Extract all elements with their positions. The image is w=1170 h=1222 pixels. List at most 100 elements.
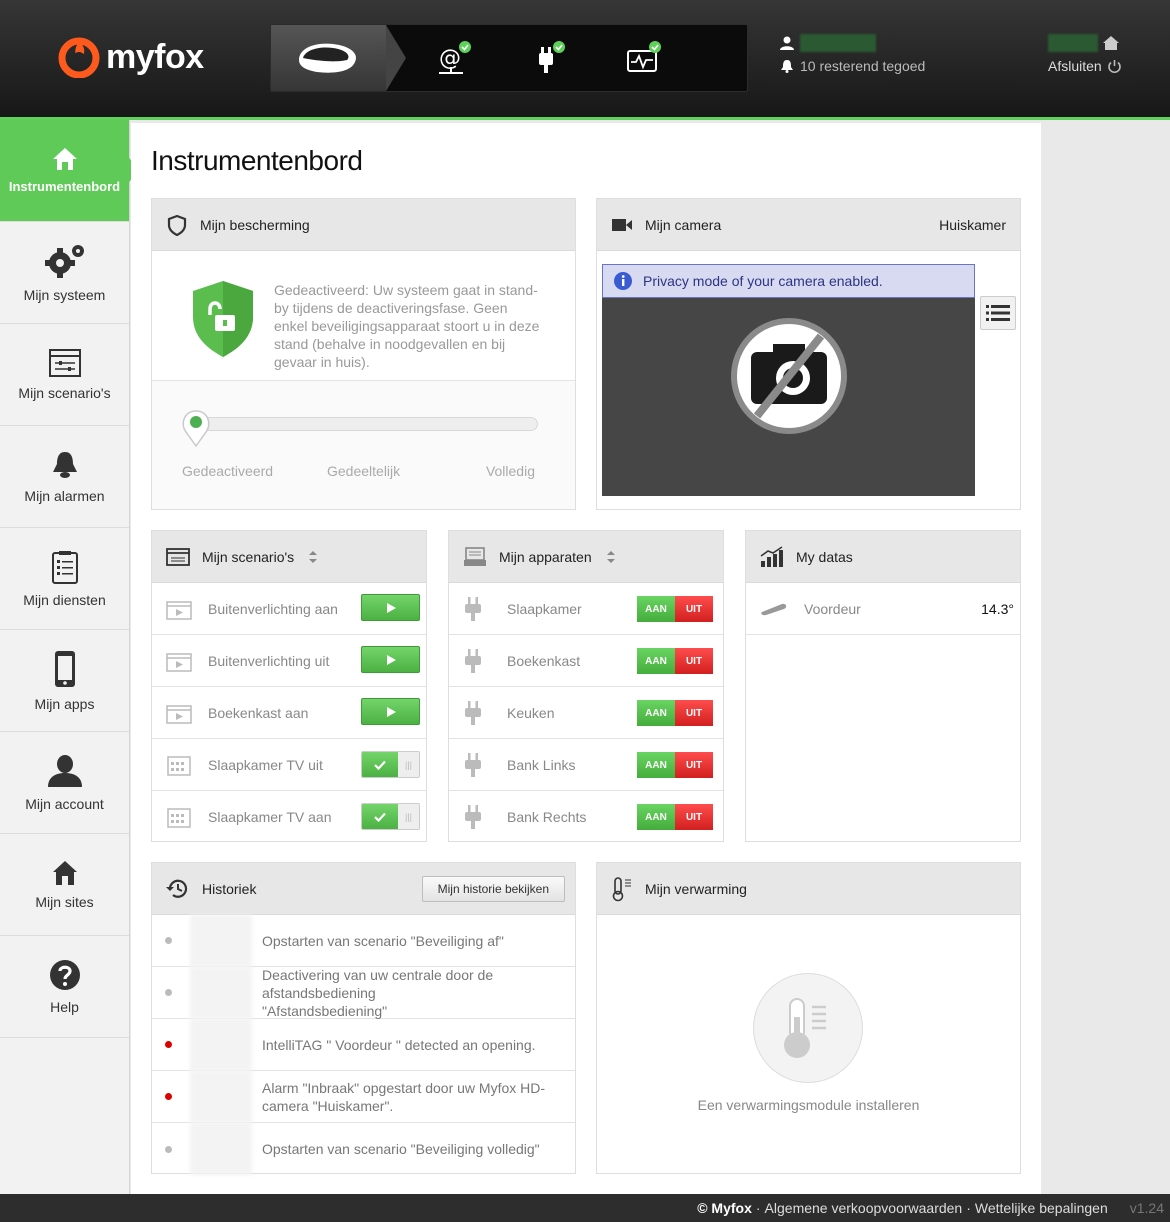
central-unit-button[interactable] (271, 25, 386, 91)
on-button[interactable]: AAN (637, 752, 675, 778)
check-icon (374, 812, 386, 822)
off-button[interactable]: UIT (675, 804, 713, 830)
thermometer-icon (612, 876, 631, 901)
status-dot (165, 1145, 172, 1153)
home-icon (52, 148, 77, 170)
install-heating-button[interactable] (753, 973, 863, 1083)
sidebar-item-help[interactable]: Help (0, 936, 129, 1038)
sidebar-item-mijn-apps[interactable]: Mijn apps (0, 630, 129, 732)
protection-slider-handle[interactable] (180, 408, 212, 448)
main-content: Instrumentenbord Mijn bescherming Gedeac… (131, 123, 1041, 1194)
off-button[interactable]: UIT (675, 700, 713, 726)
history-panel: Historiek Mijn historie bekijken Opstart… (151, 862, 576, 1175)
on-button[interactable]: AAN (637, 596, 675, 622)
sort-icon[interactable] (606, 550, 616, 564)
level-deactivated[interactable]: Gedeactiveerd (182, 463, 273, 479)
device-row: Slaapkamer AAN UIT (449, 583, 723, 635)
scenario-row: Boekenkast aan (152, 687, 426, 739)
logout-button[interactable]: Afsluiten (1048, 58, 1122, 74)
off-button[interactable]: UIT (675, 752, 713, 778)
sidebar-item-mijn-sites[interactable]: Mijn sites (0, 834, 129, 936)
history-item: Deactivering van uw centrale door de afs… (152, 966, 575, 1019)
play-scenario-button[interactable] (361, 698, 420, 725)
off-button[interactable]: UIT (675, 596, 713, 622)
internet-status-icon[interactable]: @ (435, 41, 475, 77)
devices-title: Mijn apparaten (499, 548, 592, 565)
clipboard-icon (51, 550, 78, 584)
sidebar-item-mijn-systeem[interactable]: Mijn systeem (0, 222, 129, 324)
scenario-icon (166, 547, 190, 566)
scenario-toggle[interactable]: ||| (361, 751, 420, 778)
heating-panel: Mijn verwarming Een verwarmingsmodule in… (596, 862, 1021, 1174)
off-button[interactable]: UIT (675, 648, 713, 674)
play-icon (386, 654, 396, 665)
devices-header: Mijn apparaten (449, 531, 723, 583)
on-off-switch: AAN UIT (637, 596, 713, 622)
house-icon (52, 860, 77, 885)
history-icon (166, 879, 188, 898)
on-off-switch: AAN UIT (637, 804, 713, 830)
myfox-logo[interactable]: myfox (58, 36, 204, 78)
on-off-switch: AAN UIT (637, 700, 713, 726)
power-status-icon[interactable] (531, 41, 571, 77)
sidebar-item-label: Mijn diensten (23, 591, 106, 608)
sidebar-item-mijn-diensten[interactable]: Mijn diensten (0, 528, 129, 630)
sort-icon[interactable] (308, 550, 318, 564)
page-title: Instrumentenbord (151, 145, 363, 176)
device-row: Keuken AAN UIT (449, 687, 723, 739)
central-unit-icon (299, 43, 357, 73)
sidebar-item-mijn-account[interactable]: Mijn account (0, 732, 129, 834)
credit-text: 10 resterend tegoed (800, 58, 926, 74)
on-button[interactable]: AAN (637, 648, 675, 674)
shield-icon (167, 214, 187, 236)
sidebar-item-instrumentenbord[interactable]: Instrumentenbord (0, 120, 139, 222)
on-button[interactable]: AAN (637, 700, 675, 726)
sensor-icon (761, 603, 787, 615)
terms-link[interactable]: Algemene verkoopvoorwaarden (765, 1200, 963, 1216)
scenario-toggle[interactable]: ||| (361, 803, 420, 830)
footer-brand: © Myfox (697, 1200, 752, 1216)
camera-list-button[interactable] (980, 296, 1016, 330)
on-button[interactable]: AAN (637, 804, 675, 830)
heating-title: Mijn verwarming (645, 880, 747, 897)
video-camera-icon (612, 218, 632, 231)
sidebar-item-label: Mijn systeem (23, 286, 106, 303)
protection-panel: Mijn bescherming Gedeactiveerd: Uw syste… (151, 198, 576, 510)
clapper-icon (166, 652, 192, 672)
bell-icon (781, 60, 793, 73)
camera-view[interactable]: Privacy mode of your camera enabled. (602, 264, 975, 496)
legal-link[interactable]: Wettelijke bepalingen (975, 1200, 1108, 1216)
data-row: Voordeur 14.3° (746, 583, 1020, 635)
level-partial[interactable]: Gedeeltelijk (327, 463, 400, 479)
play-scenario-button[interactable] (361, 646, 420, 673)
calendar-icon (167, 755, 191, 776)
install-heating-link[interactable]: Een verwarmingsmodule installeren (597, 1097, 1020, 1113)
blurred-timestamp (190, 1018, 252, 1071)
history-item: Opstarten van scenario "Beveiliging af" (152, 914, 575, 967)
play-icon (386, 602, 396, 613)
on-off-switch: AAN UIT (637, 752, 713, 778)
device-row: Boekenkast AAN UIT (449, 635, 723, 687)
clapper-icon (166, 600, 192, 620)
device-row: Bank Links AAN UIT (449, 739, 723, 791)
sidebar-item-mijn-alarmen[interactable]: Mijn alarmen (0, 426, 129, 528)
sidebar-item-label: Mijn sites (35, 893, 94, 910)
protection-slider-track[interactable] (188, 417, 538, 431)
protection-header: Mijn bescherming (152, 199, 575, 251)
footer: © Myfox · Algemene verkoopvoorwaarden · … (0, 1194, 1170, 1222)
status-dot (165, 989, 172, 996)
heating-header: Mijn verwarming (597, 863, 1020, 915)
calendar-icon (167, 808, 191, 828)
user-icon (780, 36, 794, 50)
check-icon (374, 760, 386, 770)
level-full[interactable]: Volledig (486, 463, 535, 479)
clapper-icon (166, 704, 192, 724)
logo-text: myfox (106, 37, 204, 76)
sidebar-item-mijn-scenarios[interactable]: Mijn scenario's (0, 324, 129, 426)
play-scenario-button[interactable] (361, 594, 420, 621)
version-label: v1.24 (1129, 1200, 1164, 1216)
activity-status-icon[interactable] (625, 41, 665, 77)
status-dot (165, 937, 172, 944)
alert-dot (165, 1093, 172, 1100)
view-history-button[interactable]: Mijn historie bekijken (421, 876, 565, 902)
